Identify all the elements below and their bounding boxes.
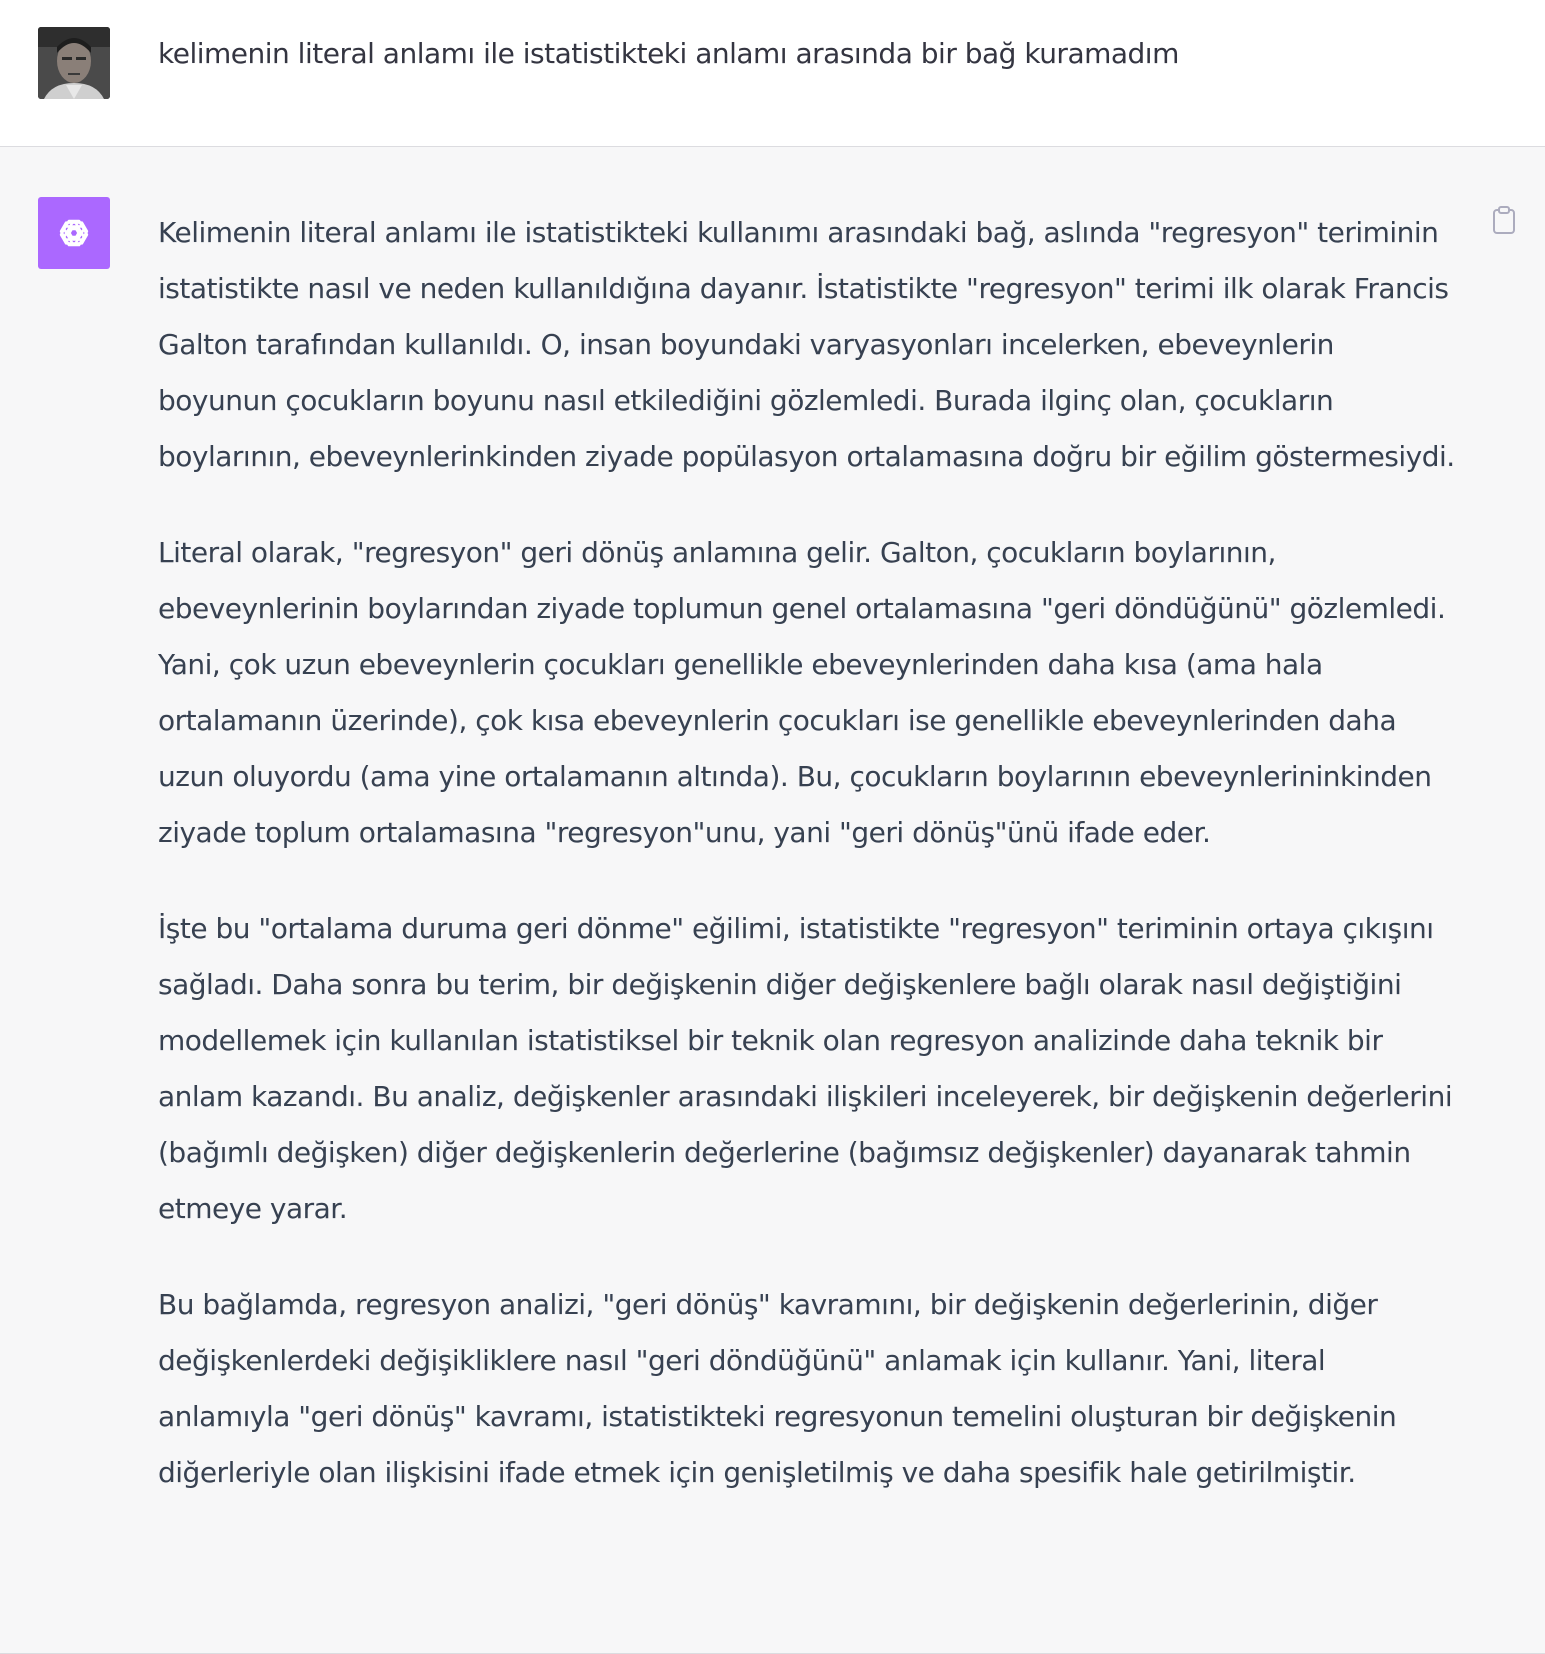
clipboard-icon [1493, 206, 1515, 234]
user-message-text: kelimenin literal anlamı ile istatistikt… [158, 37, 1179, 70]
assistant-paragraph: Bu bağlamda, regresyon analizi, "geri dö… [158, 1288, 1397, 1489]
assistant-paragraph: Literal olarak, "regresyon" geri dönüş a… [158, 536, 1446, 849]
assistant-paragraph: Kelimenin literal anlamı ile istatistikt… [158, 216, 1455, 473]
assistant-message-row: Kelimenin literal anlamı ile istatistikt… [0, 147, 1545, 1654]
user-avatar [38, 27, 110, 99]
user-message-row: kelimenin literal anlamı ile istatistikt… [0, 0, 1545, 147]
assistant-message-content: Kelimenin literal anlamı ile istatistikt… [158, 205, 1458, 1541]
assistant-paragraph: İşte bu "ortalama duruma geri dönme" eği… [158, 912, 1453, 1225]
assistant-avatar [38, 197, 110, 269]
copy-button[interactable] [1487, 203, 1521, 237]
openai-logo-icon [59, 219, 89, 247]
user-photo-icon [38, 27, 110, 99]
